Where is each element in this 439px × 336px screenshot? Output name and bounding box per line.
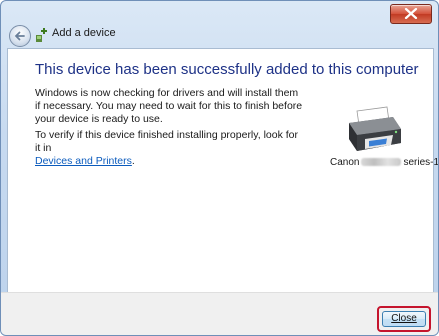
close-button-highlight: Close (377, 306, 431, 332)
back-button[interactable] (9, 25, 31, 47)
window-close-button[interactable] (390, 4, 432, 24)
close-button-label: Close (391, 313, 417, 324)
content-panel: This device has been successfully added … (7, 48, 438, 293)
verify-text-prefix: To verify if this device finished instal… (35, 129, 299, 154)
add-device-window: Add a device This device has been succes… (0, 0, 439, 336)
printer-icon (349, 106, 401, 151)
verify-text: To verify if this device finished instal… (35, 129, 305, 168)
device-name-suffix: series-1 (403, 157, 439, 168)
add-device-wizard-icon (36, 28, 47, 42)
device-name-prefix: Canon (330, 157, 360, 168)
page-heading: This device has been successfully added … (35, 61, 419, 78)
driver-status-text: Windows is now checking for drivers and … (35, 87, 303, 125)
close-icon (404, 8, 418, 19)
device-name: Canon series-1 (330, 157, 439, 168)
title-bar: Add a device (1, 1, 438, 47)
window-title: Add a device (52, 27, 116, 39)
verify-text-suffix: . (131, 155, 135, 167)
back-arrow-icon (14, 31, 25, 41)
footer-bar: Close (1, 292, 438, 335)
redacted-model (361, 158, 402, 167)
close-button[interactable]: Close (382, 311, 426, 327)
devices-and-printers-link[interactable]: Devices and Printers (35, 155, 132, 167)
